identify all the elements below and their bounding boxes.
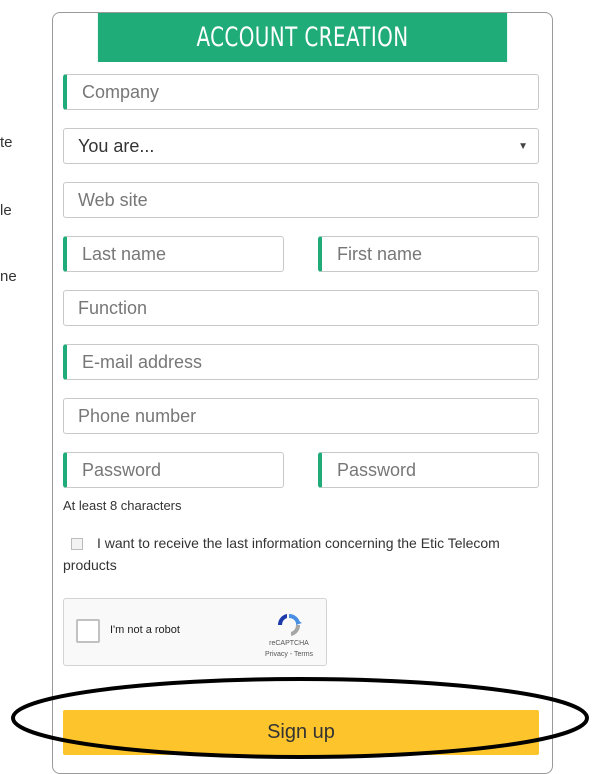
- side-text-fragment: te: [0, 134, 13, 151]
- panel-title: ACCOUNT CREATION: [97, 13, 508, 62]
- website-field[interactable]: Web site: [63, 182, 539, 218]
- last-name-field[interactable]: Last name: [63, 236, 284, 272]
- function-field[interactable]: Function: [63, 290, 539, 326]
- company-field[interactable]: Company: [63, 74, 539, 110]
- chevron-down-icon: ▼: [518, 140, 528, 152]
- recaptcha-brand: reCAPTCHA: [269, 640, 309, 647]
- function-placeholder: Function: [78, 297, 148, 318]
- recaptcha-widget: I'm not a robot reCAPTCHA Privacy - Term…: [63, 598, 327, 666]
- account-creation-panel: ACCOUNT CREATION Company You are... ▼ We…: [52, 12, 553, 774]
- password-placeholder: Password: [82, 459, 162, 480]
- phone-placeholder: Phone number: [78, 405, 197, 426]
- sign-up-button[interactable]: Sign up: [63, 710, 539, 755]
- first-name-placeholder: First name: [337, 243, 423, 264]
- website-placeholder: Web site: [78, 189, 148, 210]
- email-placeholder: E-mail address: [82, 351, 203, 372]
- password-confirm-placeholder: Password: [337, 459, 417, 480]
- password-confirm-field[interactable]: Password: [318, 452, 539, 488]
- you-are-value: You are...: [78, 135, 155, 156]
- recaptcha-checkbox[interactable]: [76, 619, 100, 643]
- password-field[interactable]: Password: [63, 452, 284, 488]
- newsletter-option: I want to receive the last information c…: [63, 532, 552, 576]
- newsletter-label: I want to receive the last information c…: [63, 535, 500, 573]
- password-hint: At least 8 characters: [63, 498, 182, 513]
- recaptcha-label: I'm not a robot: [110, 624, 180, 636]
- side-text-fragment: le: [0, 202, 12, 219]
- email-field[interactable]: E-mail address: [63, 344, 539, 380]
- recaptcha-terms-link[interactable]: Privacy - Terms: [260, 651, 318, 658]
- side-text-fragment: ne: [0, 268, 17, 285]
- phone-field[interactable]: Phone number: [63, 398, 539, 434]
- company-placeholder: Company: [82, 81, 160, 102]
- last-name-placeholder: Last name: [82, 243, 167, 264]
- you-are-select[interactable]: You are... ▼: [63, 128, 539, 164]
- first-name-field[interactable]: First name: [318, 236, 539, 272]
- newsletter-checkbox[interactable]: [71, 538, 83, 551]
